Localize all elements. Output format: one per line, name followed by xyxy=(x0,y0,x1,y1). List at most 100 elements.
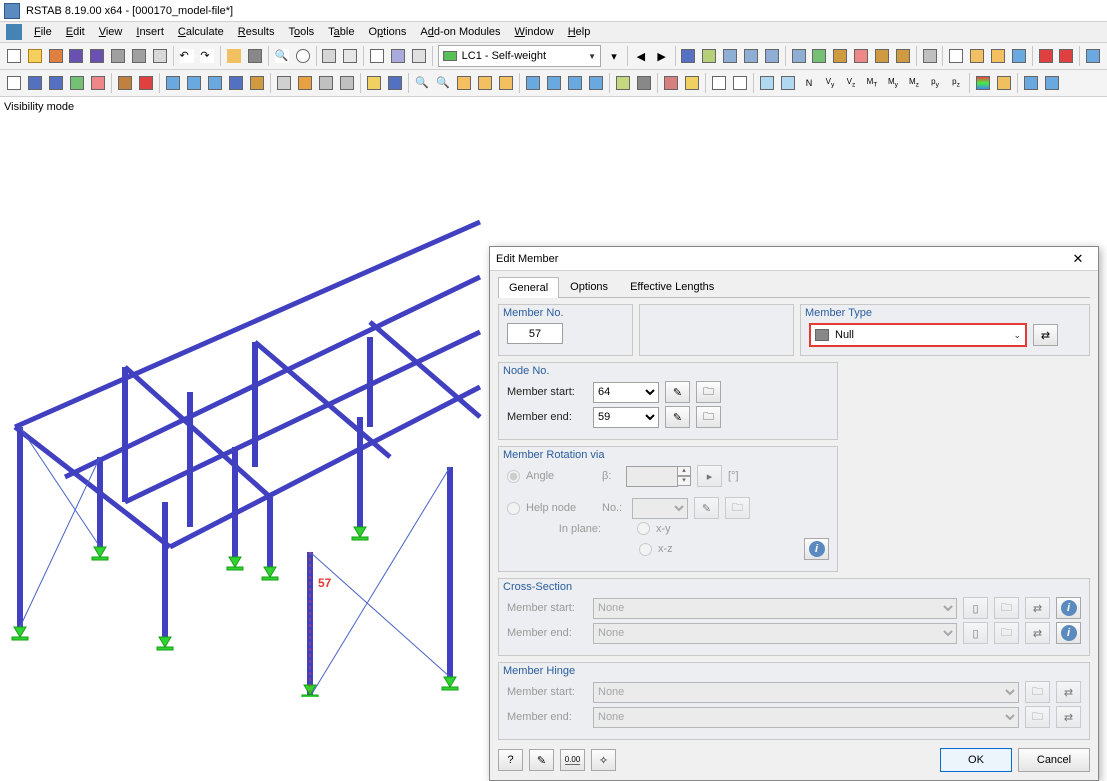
help-button[interactable]: ? xyxy=(498,749,523,771)
edit-icon-button[interactable]: ✎ xyxy=(529,749,554,771)
rotation-angle-radio[interactable] xyxy=(507,470,520,483)
tb-calc-icon[interactable] xyxy=(245,46,265,66)
tb-d17[interactable] xyxy=(1057,46,1077,66)
t2-j[interactable] xyxy=(205,73,225,93)
tb-new-icon[interactable] xyxy=(4,46,24,66)
t2-m[interactable] xyxy=(274,73,294,93)
t2-last1[interactable] xyxy=(1021,73,1041,93)
pick-end-node-button[interactable]: ✎ xyxy=(665,406,690,428)
tb-d6[interactable] xyxy=(810,46,830,66)
t2-n[interactable] xyxy=(295,73,315,93)
t2-v2[interactable] xyxy=(778,73,798,93)
t2-g[interactable] xyxy=(136,73,156,93)
t2-mz[interactable]: Mz xyxy=(904,73,924,93)
t2-v1[interactable] xyxy=(757,73,777,93)
t2-vz[interactable]: Vz xyxy=(841,73,861,93)
tb-open-icon[interactable] xyxy=(25,46,45,66)
menu-options[interactable]: Options xyxy=(362,24,412,40)
t2-frame2[interactable] xyxy=(730,73,750,93)
t2-u2[interactable] xyxy=(682,73,702,93)
viewport[interactable]: Visibility mode xyxy=(0,97,1107,667)
t2-cube1[interactable] xyxy=(454,73,474,93)
tb-prev-icon[interactable]: ◀ xyxy=(631,46,651,66)
tb-undo-icon[interactable]: ↶ xyxy=(177,46,197,66)
loadcase-combo[interactable]: LC1 - Self-weight ▼ xyxy=(438,45,601,67)
tb-d3[interactable] xyxy=(741,46,761,66)
t2-my[interactable]: My xyxy=(883,73,903,93)
tb-search-icon[interactable]: 🔍 xyxy=(272,46,292,66)
tb-d12[interactable] xyxy=(946,46,966,66)
t2-s1[interactable] xyxy=(523,73,543,93)
tb-d4[interactable] xyxy=(762,46,782,66)
t2-k[interactable] xyxy=(226,73,246,93)
tb-saveall-icon[interactable] xyxy=(87,46,107,66)
tb-report-icon[interactable] xyxy=(150,46,170,66)
t2-col2[interactable] xyxy=(994,73,1014,93)
t2-a[interactable] xyxy=(4,73,24,93)
menu-edit[interactable]: Edit xyxy=(60,24,91,40)
cs-end-info-button[interactable]: i xyxy=(1056,622,1081,644)
tb-member-icon[interactable] xyxy=(679,46,699,66)
t2-cube2[interactable] xyxy=(475,73,495,93)
pick-start-node-button[interactable]: ✎ xyxy=(665,381,690,403)
menu-tools[interactable]: Tools xyxy=(282,24,320,40)
t2-zoom1[interactable]: 🔍 xyxy=(412,73,432,93)
tb-dropdown[interactable]: ▾ xyxy=(604,46,624,66)
tb-d2[interactable] xyxy=(720,46,740,66)
t2-vy[interactable]: Vy xyxy=(820,73,840,93)
t2-s4[interactable] xyxy=(586,73,606,93)
tb-d18[interactable] xyxy=(1083,46,1103,66)
tb-ring-icon[interactable] xyxy=(293,46,313,66)
tab-general[interactable]: General xyxy=(498,277,559,298)
t2-last2[interactable] xyxy=(1042,73,1062,93)
menu-view[interactable]: View xyxy=(93,24,129,40)
tb-finger-icon[interactable] xyxy=(224,46,244,66)
pick-button[interactable]: ✧ xyxy=(591,749,616,771)
menu-file[interactable]: File xyxy=(28,24,58,40)
t2-pz[interactable]: pz xyxy=(946,73,966,93)
t2-h[interactable] xyxy=(163,73,183,93)
cs-start-info-button[interactable]: i xyxy=(1056,597,1081,619)
tb-d1[interactable] xyxy=(699,46,719,66)
tb-save-icon[interactable] xyxy=(66,46,86,66)
menu-results[interactable]: Results xyxy=(232,24,281,40)
tb-tile2-icon[interactable] xyxy=(340,46,360,66)
tb-tile1-icon[interactable] xyxy=(320,46,340,66)
node-start-combo[interactable]: 64 xyxy=(593,382,659,403)
t2-e[interactable] xyxy=(88,73,108,93)
t2-s3[interactable] xyxy=(565,73,585,93)
tb-d15[interactable] xyxy=(1009,46,1029,66)
t2-t1[interactable] xyxy=(613,73,633,93)
t2-d[interactable] xyxy=(67,73,87,93)
tb-redo-icon[interactable]: ↷ xyxy=(197,46,217,66)
tb-d14[interactable] xyxy=(988,46,1008,66)
t2-r[interactable] xyxy=(385,73,405,93)
t2-zoom2[interactable]: 🔍 xyxy=(433,73,453,93)
t2-s2[interactable] xyxy=(544,73,564,93)
tb-d10[interactable] xyxy=(893,46,913,66)
t2-u1[interactable] xyxy=(661,73,681,93)
menu-calculate[interactable]: Calculate xyxy=(172,24,230,40)
rotation-info-button[interactable]: i xyxy=(804,538,829,560)
ok-button[interactable]: OK xyxy=(940,748,1012,772)
member-no-input[interactable] xyxy=(507,323,563,344)
menu-help[interactable]: Help xyxy=(562,24,597,40)
tb-d16[interactable] xyxy=(1036,46,1056,66)
t2-i[interactable] xyxy=(184,73,204,93)
t2-p[interactable] xyxy=(337,73,357,93)
close-icon[interactable]: ✕ xyxy=(1064,249,1092,269)
tb-d7[interactable] xyxy=(830,46,850,66)
menu-window[interactable]: Window xyxy=(509,24,560,40)
node-end-combo[interactable]: 59 xyxy=(593,407,659,428)
t2-cube3[interactable] xyxy=(496,73,516,93)
t2-c[interactable] xyxy=(46,73,66,93)
rotation-helpnode-radio[interactable] xyxy=(507,502,520,515)
t2-f[interactable] xyxy=(115,73,135,93)
tb-table-icon[interactable] xyxy=(409,46,429,66)
new-start-node-button[interactable]: 🗀 xyxy=(696,381,721,403)
tb-d5[interactable] xyxy=(789,46,809,66)
t2-t2[interactable] xyxy=(634,73,654,93)
tb-print-icon[interactable] xyxy=(108,46,128,66)
tb-grid2-icon[interactable] xyxy=(388,46,408,66)
t2-b[interactable] xyxy=(25,73,45,93)
